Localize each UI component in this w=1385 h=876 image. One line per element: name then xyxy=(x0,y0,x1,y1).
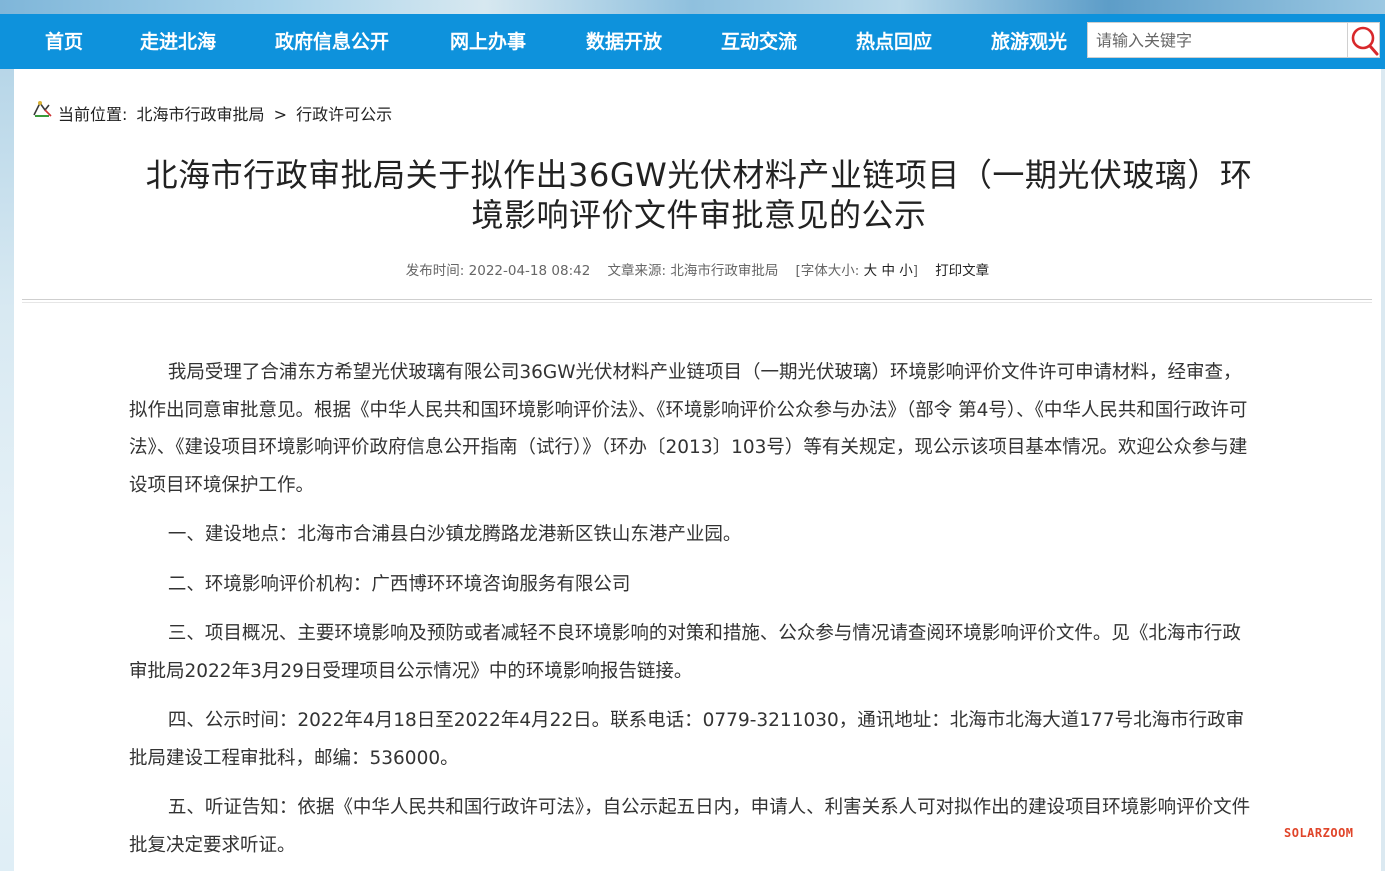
article-body: 我局受理了合浦东方希望光伏玻璃有限公司36GW光伏材料产业链项目（一期光伏玻璃）… xyxy=(129,354,1254,876)
publish-date-label: 发布时间: xyxy=(405,263,465,279)
nav-item-about-beihai[interactable]: 走进北海 xyxy=(140,14,216,69)
publish-date: 2022-04-18 08:42 xyxy=(468,263,591,279)
source-label: 文章来源: xyxy=(607,263,667,279)
nav-item-online-services[interactable]: 网上办事 xyxy=(450,14,526,69)
font-size-close: ] xyxy=(912,263,919,279)
article-paragraph-overview: 三、项目概况、主要环境影响及预防或者减轻不良环境影响的对策和措施、公众参与情况请… xyxy=(129,623,1241,682)
article-paragraph-period: 四、公示时间：2022年4月18日至2022年4月22日。联系电话：0779-3… xyxy=(129,710,1245,769)
nav-item-open-data[interactable]: 数据开放 xyxy=(586,14,662,69)
title-divider-secondary xyxy=(22,302,1372,303)
print-article-button[interactable]: 打印文章 xyxy=(935,263,989,279)
font-size-small-button[interactable]: 小 xyxy=(899,263,913,279)
search-input[interactable] xyxy=(1088,23,1362,57)
article-title: 北海市行政审批局关于拟作出36GW光伏材料产业链项目（一期光伏玻璃）环境影响评价… xyxy=(145,156,1253,234)
nav-item-interaction[interactable]: 互动交流 xyxy=(721,14,797,69)
source-value: 北海市行政审批局 xyxy=(670,263,779,279)
article-container: 当前位置: 北海市行政审批局 > 行政许可公示 北海市行政审批局关于拟作出36G… xyxy=(14,69,1381,871)
breadcrumb-link-approval-bureau[interactable]: 北海市行政审批局 xyxy=(137,105,265,124)
font-size-large-button[interactable]: 大 xyxy=(864,263,878,279)
search-box xyxy=(1087,22,1380,58)
nav-item-gov-info[interactable]: 政府信息公开 xyxy=(275,14,389,69)
article-paragraph-location: 一、建设地点：北海市合浦县白沙镇龙腾路龙港新区铁山东港产业园。 xyxy=(167,524,742,545)
page-background-left xyxy=(0,69,14,871)
solarzoom-watermark: SOLARZOOM xyxy=(1284,826,1354,840)
nav-item-hot-responses[interactable]: 热点回应 xyxy=(856,14,932,69)
breadcrumb-prefix: 当前位置: xyxy=(58,105,128,124)
article-paragraph-intro: 我局受理了合浦东方希望光伏玻璃有限公司36GW光伏材料产业链项目（一期光伏玻璃）… xyxy=(129,362,1248,496)
font-size-medium-button[interactable]: 中 xyxy=(881,263,895,279)
header-banner-image xyxy=(0,0,1385,14)
breadcrumb-separator: > xyxy=(273,105,288,124)
search-button[interactable] xyxy=(1347,23,1379,57)
font-size-label: [字体大小: xyxy=(795,263,860,279)
breadcrumb-link-admin-permit[interactable]: 行政许可公示 xyxy=(296,105,392,124)
article-meta: 发布时间: 2022-04-18 08:42 文章来源: 北海市行政审批局 [字… xyxy=(14,259,1381,279)
search-icon xyxy=(1351,26,1379,56)
nav-item-home[interactable]: 首页 xyxy=(45,14,83,69)
breadcrumb: 当前位置: 北海市行政审批局 > 行政许可公示 xyxy=(33,101,396,125)
nav-item-tourism[interactable]: 旅游观光 xyxy=(991,14,1067,69)
page-background-right xyxy=(1381,69,1385,871)
article-paragraph-hearing: 五、听证告知：依据《中华人民共和国行政许可法》，自公示起五日内，申请人、利害关系… xyxy=(129,797,1251,856)
article-paragraph-agency: 二、环境影响评价机构：广西博环环境咨询服务有限公司 xyxy=(167,573,631,595)
title-divider xyxy=(22,299,1372,300)
location-pin-icon xyxy=(33,101,52,117)
